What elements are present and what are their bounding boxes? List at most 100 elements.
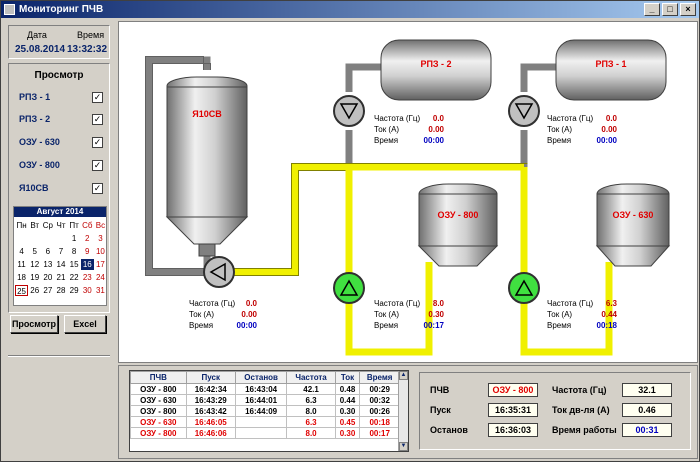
view-item-rpz2[interactable]: РПЗ - 2 ✓: [19, 114, 103, 128]
calendar-day[interactable]: 6: [41, 246, 54, 257]
pump-ozu630[interactable]: [508, 272, 540, 304]
calendar-weekday: Вс: [95, 221, 106, 230]
table-row[interactable]: ОЗУ - 800 16:42:34 16:43:04 42.1 0.48 00:29: [130, 383, 400, 395]
tank-ya10sv[interactable]: Я10СВ: [165, 76, 249, 257]
ya10sv-checkbox[interactable]: ✓: [92, 183, 103, 194]
calendar-day[interactable]: 2: [81, 233, 94, 244]
cell: 16:46:05: [185, 416, 236, 428]
calendar-day[interactable]: 4: [15, 246, 28, 257]
col-current[interactable]: Ток: [334, 371, 361, 384]
maximize-button[interactable]: □: [662, 3, 678, 16]
calendar-day[interactable]: 20: [41, 272, 54, 283]
minimize-button[interactable]: _: [644, 3, 660, 16]
calendar-day[interactable]: 10: [94, 246, 107, 257]
calendar-day[interactable]: 23: [81, 272, 94, 283]
calendar-month[interactable]: Август 2014: [14, 207, 106, 217]
view-button[interactable]: Просмотр: [10, 315, 58, 333]
tank-label-rpz2: РПЗ - 2: [420, 59, 451, 69]
cell: 0.44: [334, 394, 361, 406]
calendar[interactable]: Август 2014 Пн Вт Ср Чт Пт Сб Вс 1 2 3 4 5 6 7 8 9 10 11 1…: [13, 206, 107, 306]
rpz1-checkbox[interactable]: ✓: [92, 92, 103, 103]
calendar-day[interactable]: 1: [68, 233, 81, 244]
calendar-day: [54, 233, 67, 244]
table-row[interactable]: ОЗУ - 630 16:43:29 16:44:01 6.3 0.44 00:32: [130, 394, 400, 406]
calendar-day[interactable]: 11: [15, 259, 28, 270]
status-stop-label: Останов: [430, 425, 468, 435]
calendar-day[interactable]: 17: [94, 259, 107, 270]
pump-ozu800[interactable]: [333, 272, 365, 304]
cell: 42.1: [286, 383, 336, 395]
calendar-day[interactable]: 7: [54, 246, 67, 257]
table-row-active[interactable]: ОЗУ - 630 16:46:05 6.3 0.45 00:18: [130, 416, 400, 428]
view-item-ozu800[interactable]: ОЗУ - 800 ✓: [19, 160, 103, 174]
status-runtime-label: Время работы: [552, 425, 617, 435]
cell: 0.48: [334, 383, 361, 395]
calendar-day[interactable]: 31: [94, 285, 107, 296]
calendar-day[interactable]: 22: [68, 272, 81, 283]
view-item-ozu630[interactable]: ОЗУ - 630 ✓: [19, 137, 103, 151]
calendar-day[interactable]: 15: [68, 259, 81, 270]
scroll-up-icon[interactable]: ▲: [399, 371, 408, 380]
pump-rpz1[interactable]: [508, 95, 540, 127]
calendar-day[interactable]: 21: [54, 272, 67, 283]
datetime-box: Дата Время 25.08.2014 13:32:32: [8, 25, 110, 59]
cell: 00:29: [359, 383, 400, 395]
calendar-day[interactable]: 3: [94, 233, 107, 244]
view-item-label: ОЗУ - 630: [19, 137, 60, 147]
cell: [234, 416, 288, 428]
calendar-day[interactable]: 14: [54, 259, 67, 270]
ozu630-checkbox[interactable]: ✓: [92, 137, 103, 148]
col-pchv[interactable]: ПЧВ: [130, 371, 187, 384]
tank-rpz2[interactable]: РПЗ - 2: [380, 39, 492, 101]
freq-value: 0.0: [433, 114, 445, 123]
calendar-day[interactable]: 30: [81, 285, 94, 296]
calendar-day[interactable]: 27: [41, 285, 54, 296]
current-label: Ток (А): [547, 310, 572, 319]
view-item-label: ОЗУ - 800: [19, 160, 60, 170]
calendar-day[interactable]: 18: [15, 272, 28, 283]
window-controls: _ □ ×: [644, 3, 696, 16]
calendar-day[interactable]: 26: [28, 285, 41, 296]
table-row-active[interactable]: ОЗУ - 800 16:46:06 8.0 0.30 00:17: [130, 427, 400, 439]
table-row[interactable]: ОЗУ - 800 16:43:42 16:44:09 8.0 0.30 00:26: [130, 405, 400, 417]
cell: 16:46:06: [185, 427, 236, 439]
tank-ozu800[interactable]: ОЗУ - 800: [417, 183, 499, 267]
rpz2-checkbox[interactable]: ✓: [92, 114, 103, 125]
pump-rpz2[interactable]: [333, 95, 365, 127]
calendar-day[interactable]: 9: [81, 246, 94, 257]
cell: 00:26: [359, 405, 400, 417]
table-scrollbar[interactable]: ▲ ▼: [398, 371, 408, 451]
current-value: 0.00: [241, 310, 257, 319]
calendar-day[interactable]: 16: [80, 259, 94, 270]
excel-button[interactable]: Excel: [64, 315, 106, 333]
col-stop[interactable]: Останов: [234, 371, 288, 384]
col-time[interactable]: Время: [359, 371, 400, 384]
cell: 00:17: [359, 427, 400, 439]
col-start[interactable]: Пуск: [185, 371, 236, 384]
close-button[interactable]: ×: [680, 3, 696, 16]
ozu800-checkbox[interactable]: ✓: [92, 160, 103, 171]
pump-ya10sv[interactable]: [203, 256, 235, 288]
calendar-day[interactable]: 25: [15, 285, 29, 296]
col-freq[interactable]: Частота: [286, 371, 336, 384]
history-table[interactable]: ПЧВ Пуск Останов Частота Ток Время ОЗУ -…: [129, 370, 409, 452]
calendar-day[interactable]: 5: [28, 246, 41, 257]
calendar-day[interactable]: 12: [28, 259, 41, 270]
calendar-day[interactable]: 24: [94, 272, 107, 283]
tank-rpz1[interactable]: РПЗ - 1: [555, 39, 667, 101]
tank-label-ya10sv: Я10СВ: [192, 109, 222, 119]
cell: 0.30: [334, 405, 361, 417]
calendar-day[interactable]: 8: [68, 246, 81, 257]
calendar-day: [28, 233, 41, 244]
time-label: Время: [374, 136, 398, 145]
calendar-day[interactable]: 28: [54, 285, 67, 296]
tank-ozu630[interactable]: ОЗУ - 630: [595, 183, 671, 267]
calendar-day[interactable]: 29: [68, 285, 81, 296]
view-item-rpz1[interactable]: РПЗ - 1 ✓: [19, 92, 103, 106]
view-item-ya10sv[interactable]: Я10СВ ✓: [19, 183, 103, 197]
params-ozu800: Частота (Гц) Ток (А) Время 8.0 0.30 00:1…: [374, 299, 445, 330]
scroll-down-icon[interactable]: ▼: [399, 442, 408, 451]
calendar-day[interactable]: 13: [41, 259, 54, 270]
tank-label-ozu630: ОЗУ - 630: [613, 210, 654, 220]
calendar-day[interactable]: 19: [28, 272, 41, 283]
